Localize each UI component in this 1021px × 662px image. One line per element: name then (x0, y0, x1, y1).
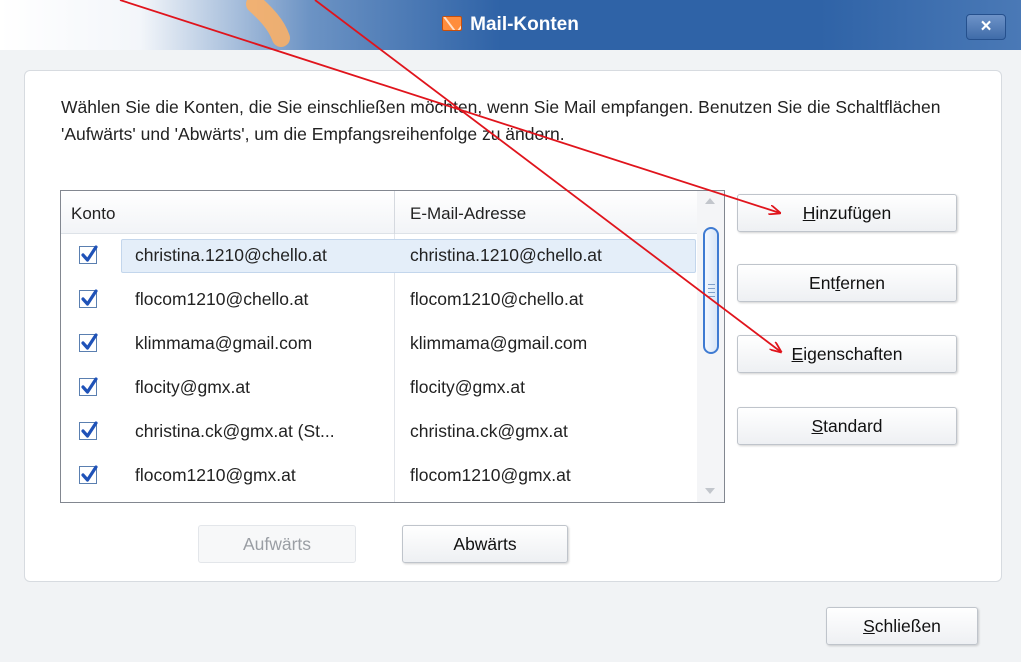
button-label: igenschaften (803, 344, 903, 364)
add-account-button[interactable]: Hinzufügen (737, 194, 957, 232)
properties-button[interactable]: Eigenschaften (737, 335, 957, 373)
checkmark-icon (81, 245, 98, 262)
table-row[interactable]: klimmama@gmail.com klimmama@gmail.com (61, 324, 697, 368)
access-key: E (791, 344, 804, 364)
email-address-cell: flocom1210@chello.at (410, 289, 584, 309)
account-checkbox[interactable] (79, 333, 98, 352)
table-row[interactable]: christina.ck@gmx.at (St... christina.ck@g… (61, 412, 697, 456)
account-checkbox[interactable] (79, 465, 98, 484)
move-down-button[interactable]: Abwärts (402, 525, 568, 563)
email-address-cell: flocity@gmx.at (410, 377, 526, 397)
account-name-cell: christina.1210@chello.at (135, 245, 327, 265)
account-name-cell: klimmama@gmail.com (135, 333, 313, 353)
mail-icon (442, 16, 463, 31)
account-name-cell: flocity@gmx.at (135, 377, 251, 397)
move-up-button[interactable]: Aufwärts (198, 525, 356, 563)
account-name-cell: flocom1210@chello.at (135, 289, 309, 309)
grip-line (708, 292, 715, 293)
button-label: chließen (874, 616, 941, 636)
vertical-scrollbar[interactable] (697, 191, 724, 502)
button-label: ernen (840, 273, 885, 293)
email-address-cell: klimmama@gmail.com (410, 333, 588, 353)
column-header-email[interactable]: E-Mail-Adresse (410, 204, 526, 224)
email-address-cell: christina.1210@chello.at (410, 245, 602, 265)
access-key: S (863, 616, 875, 636)
scroll-down-arrow-icon[interactable] (705, 488, 715, 494)
button-label: Ent (809, 273, 836, 293)
account-name-cell: flocom1210@gmx.at (135, 465, 296, 485)
list-header: Konto E-Mail-Adresse (61, 191, 697, 234)
account-checkbox[interactable] (79, 289, 98, 308)
account-checkbox[interactable] (79, 377, 98, 396)
set-default-button[interactable]: Standard (737, 407, 957, 445)
email-address-cell: christina.ck@gmx.at (410, 421, 568, 441)
button-label: tandard (823, 416, 883, 436)
title-bar: Mail-Konten × (0, 0, 1021, 50)
checkmark-icon (81, 289, 98, 306)
table-row[interactable]: flocom1210@chello.at flocom1210@chello.at (61, 280, 697, 324)
account-name-cell: christina.ck@gmx.at (St... (135, 421, 335, 441)
button-label: inzufügen (815, 203, 892, 223)
access-key: S (811, 416, 824, 436)
header-separator[interactable] (394, 191, 395, 234)
table-row[interactable]: flocity@gmx.at flocity@gmx.at (61, 368, 697, 412)
checkmark-icon (81, 377, 98, 394)
table-row[interactable]: flocom1210@gmx.at flocom1210@gmx.at (61, 456, 697, 500)
remove-account-button[interactable]: Entfernen (737, 264, 957, 302)
accounts-list[interactable]: Konto E-Mail-Adresse christina.1210@chel… (60, 190, 725, 503)
close-window-button[interactable]: × (966, 14, 1006, 40)
window-title: Mail-Konten (470, 14, 579, 35)
window-title-wrap: Mail-Konten (0, 14, 1021, 36)
access-key: H (802, 203, 816, 223)
column-header-konto[interactable]: Konto (71, 204, 115, 224)
checkmark-icon (81, 465, 98, 482)
account-checkbox[interactable] (79, 245, 98, 264)
close-button[interactable]: Schließen (826, 607, 978, 645)
grip-line (708, 288, 715, 289)
account-checkbox[interactable] (79, 421, 98, 440)
grip-line (708, 284, 715, 285)
checkmark-icon (81, 333, 98, 350)
checkmark-icon (81, 421, 98, 438)
scrollbar-thumb[interactable] (703, 227, 719, 354)
grip-line (708, 296, 715, 297)
table-row[interactable]: christina.1210@chello.at christina.1210@c… (61, 236, 697, 280)
instructions-text: Wählen Sie die Konten, die Sie einschlie… (61, 97, 941, 144)
email-address-cell: flocom1210@gmx.at (410, 465, 571, 485)
scroll-up-arrow-icon[interactable] (705, 198, 715, 204)
